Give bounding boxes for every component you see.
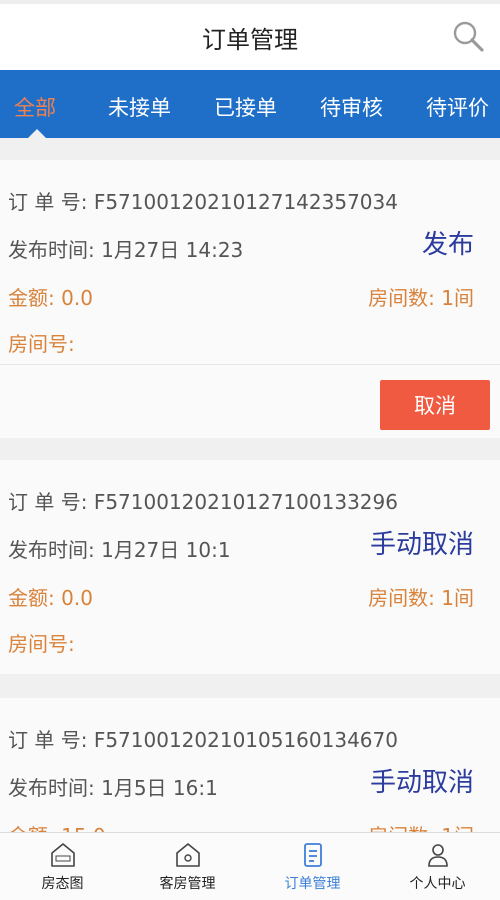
publish-time-row: 发布时间: 1月27日 14:23 <box>8 234 492 263</box>
publish-time: 1月27日 10:1 <box>101 538 231 562</box>
order-status: 手动取消 <box>369 768 474 798</box>
publish-time: 1月27日 14:23 <box>101 238 244 262</box>
order-number: F57100120210105160134670 <box>93 728 398 752</box>
room-number-label: 房间号: <box>8 332 75 356</box>
order-number-row: 订 单 号: F5710012021012714235703​4 <box>8 186 492 215</box>
page-title: 订单管理 <box>202 25 298 54</box>
order-card[interactable]: 订 单 号: F57100120210127100133296 发布时间: 1月… <box>0 460 500 674</box>
bottom-nav: 房态图 客房管理 订单管理 个人中心 <box>0 832 500 900</box>
room-count-label: 房间数: <box>368 824 435 832</box>
room-number-row: 房间号: <box>8 328 492 357</box>
order-number: F5710012021012714235703​4 <box>93 190 398 214</box>
nav-room-management[interactable]: 客房管理 <box>125 833 250 900</box>
order-number-row: 订 单 号: F57100120210105160134670 <box>8 724 492 753</box>
room-count-value: 1间 <box>441 286 474 310</box>
tab-all[interactable]: 全部 <box>14 92 56 122</box>
room-count-label: 房间数: <box>368 586 435 610</box>
amount-row: 金额: 0.0 房间数: 1间 <box>8 582 492 611</box>
room-count: 房间数: 1间 <box>368 582 474 611</box>
card-divider <box>0 364 500 365</box>
amount-label: 金额: <box>8 824 55 832</box>
search-icon[interactable] <box>450 18 486 54</box>
order-number-label: 订 单 号: <box>8 490 88 514</box>
hotel-icon <box>50 842 75 867</box>
nav-label: 订单管理 <box>284 875 341 892</box>
order-card[interactable]: 订 单 号: F57100120210105160134670 发布时间: 1月… <box>0 698 500 832</box>
amount-label: 金额: <box>8 586 55 610</box>
tab-pending-review[interactable]: 待审核 <box>320 92 383 122</box>
order-number-label: 订 单 号: <box>8 728 88 752</box>
room-count: 房间数: 1间 <box>368 282 474 311</box>
order-card[interactable]: 订 单 号: F5710012021012714235703​4 发布时间: 1… <box>0 160 500 438</box>
amount-label: 金额: <box>8 286 55 310</box>
publish-time-label: 发布时间: <box>8 238 95 262</box>
order-list-icon <box>303 842 322 867</box>
order-number: F57100120210127100133296 <box>93 490 398 514</box>
house-icon <box>175 842 200 867</box>
tab-pending-rating[interactable]: 待评价 <box>426 92 489 122</box>
order-number-row: 订 单 号: F57100120210127100133296 <box>8 486 492 515</box>
header-bar: 订单管理 <box>0 0 500 70</box>
amount-value: 15.0 <box>61 824 106 832</box>
user-icon <box>427 843 448 867</box>
nav-room-status[interactable]: 房态图 <box>0 833 125 900</box>
nav-label: 个人中心 <box>409 875 466 892</box>
cancel-order-button[interactable]: 取消 <box>380 380 490 430</box>
room-number-label: 房间号: <box>8 632 75 656</box>
order-tabs: 全部 未接单 已接单 待审核 待评价 <box>0 70 500 138</box>
order-status: 发布 <box>421 230 474 260</box>
room-count-label: 房间数: <box>368 286 435 310</box>
active-tab-indicator <box>28 129 46 138</box>
tab-not-accepted[interactable]: 未接单 <box>108 92 171 122</box>
order-list: 订 单 号: F5710012021012714235703​4 发布时间: 1… <box>0 160 500 832</box>
order-status: 手动取消 <box>369 530 474 560</box>
room-count-value: 1间 <box>441 824 474 832</box>
publish-time-label: 发布时间: <box>8 538 95 562</box>
nav-personal-center[interactable]: 个人中心 <box>375 833 500 900</box>
amount-row: 金额: 0.0 房间数: 1间 <box>8 282 492 311</box>
room-count: 房间数: 1间 <box>368 820 474 832</box>
order-number-label: 订 单 号: <box>8 190 88 214</box>
room-count-value: 1间 <box>441 586 474 610</box>
publish-time: 1月5日 16:1 <box>101 776 218 800</box>
amount-row: 金额: 15.0 房间数: 1间 <box>8 820 492 832</box>
nav-label: 客房管理 <box>159 875 216 892</box>
room-number-row: 房间号: <box>8 628 492 657</box>
amount-value: 0.0 <box>61 286 93 310</box>
amount-value: 0.0 <box>61 586 93 610</box>
nav-label: 房态图 <box>41 875 84 892</box>
publish-time-label: 发布时间: <box>8 776 95 800</box>
nav-order-management[interactable]: 订单管理 <box>250 833 375 900</box>
tab-accepted[interactable]: 已接单 <box>214 92 277 122</box>
